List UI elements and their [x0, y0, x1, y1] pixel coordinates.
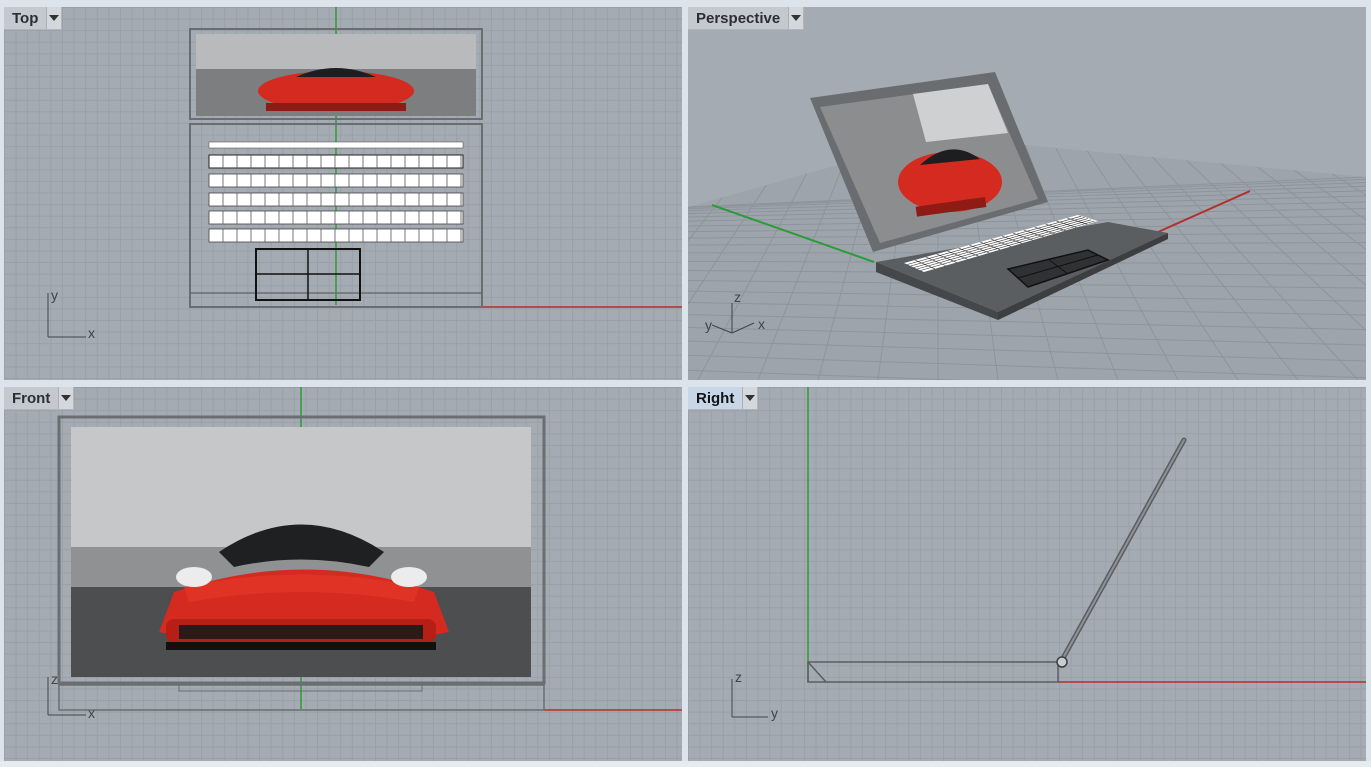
viewport-title-label: Perspective: [696, 9, 781, 27]
top-scene[interactable]: y x: [4, 7, 682, 380]
perspective-scene[interactable]: z x y: [688, 7, 1366, 380]
viewport-title-label: Right: [696, 389, 735, 407]
viewport-right[interactable]: Right z y: [688, 387, 1366, 761]
axis-label-y: y: [705, 317, 712, 333]
axis-label-y: y: [771, 705, 778, 721]
viewport-menu-icon[interactable]: [46, 7, 62, 29]
axis-label-x: x: [88, 705, 95, 721]
viewport-title-top[interactable]: Top: [4, 7, 63, 30]
laptop-side-profile: [807, 437, 1187, 683]
viewport-menu-icon[interactable]: [788, 7, 804, 29]
viewport-perspective[interactable]: Perspective z x y: [688, 7, 1366, 380]
viewport-title-label: Top: [12, 9, 39, 27]
viewport-menu-icon[interactable]: [58, 387, 74, 409]
viewport-title-right[interactable]: Right: [688, 387, 759, 410]
axis-label-y: y: [51, 287, 58, 303]
car-image-front: [71, 427, 531, 677]
axis-label-z: z: [734, 289, 741, 305]
viewport-top[interactable]: Top y x: [4, 7, 682, 380]
car-image-top: [196, 34, 476, 116]
viewport-title-front[interactable]: Front: [4, 387, 75, 410]
right-scene[interactable]: z y: [688, 387, 1366, 761]
viewport-title-perspective[interactable]: Perspective: [688, 7, 805, 30]
viewport-title-label: Front: [12, 389, 51, 407]
axis-label-z: z: [51, 671, 58, 687]
viewport-front[interactable]: Front z x: [4, 387, 682, 761]
status-strip: [0, 761, 1371, 767]
axis-label-x: x: [88, 325, 95, 341]
viewport-menu-icon[interactable]: [742, 387, 758, 409]
axis-label-z: z: [735, 669, 742, 685]
axis-label-x: x: [758, 316, 765, 332]
front-scene[interactable]: z x: [4, 387, 682, 761]
